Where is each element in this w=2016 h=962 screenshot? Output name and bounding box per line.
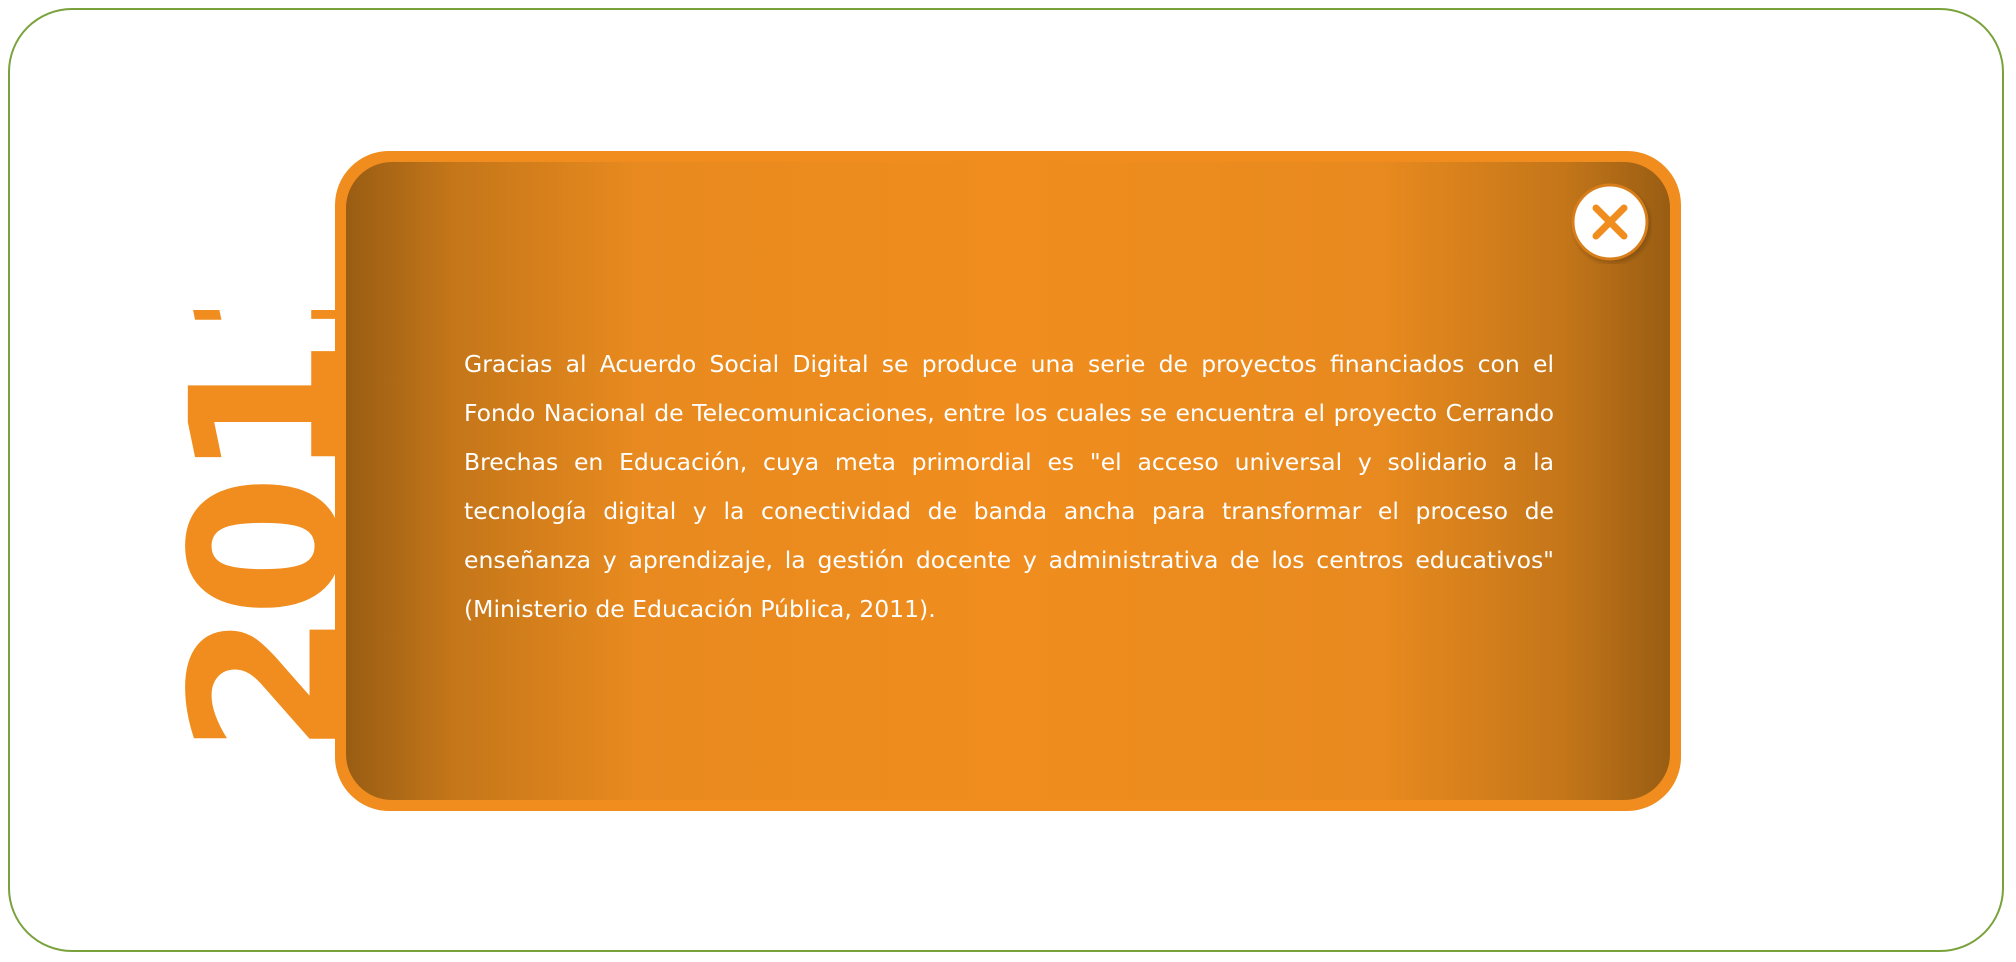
close-button[interactable] (1568, 180, 1652, 264)
info-card-text: Gracias al Acuerdo Social Digital se pro… (464, 350, 1554, 623)
year-label: 2011 (182, 310, 352, 755)
year-label-container: 2011 (182, 310, 352, 755)
close-icon (1570, 183, 1652, 264)
info-card: Gracias al Acuerdo Social Digital se pro… (346, 162, 1670, 800)
